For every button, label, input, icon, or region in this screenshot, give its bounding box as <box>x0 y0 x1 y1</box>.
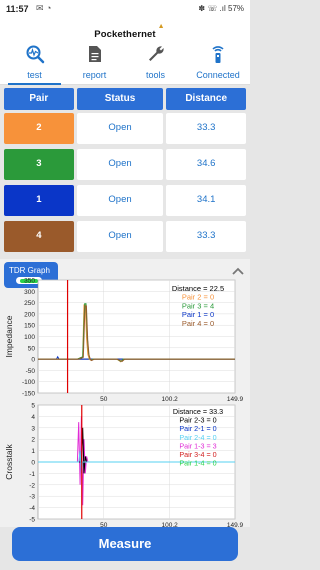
y-tick-label: 250 <box>24 300 35 307</box>
y-tick-label: 300 <box>24 289 35 296</box>
distance-cell: 34.6 <box>166 149 246 180</box>
app-logo: Pockethernet ▲ <box>94 23 164 40</box>
y-tick-label: 50 <box>28 345 36 352</box>
y-tick-label: 4 <box>31 414 35 421</box>
x-tick-label: 149.9 <box>227 396 244 403</box>
y-tick-label: -50 <box>26 368 36 375</box>
status-right-icons: ✽ ☏ .ıl 57% <box>198 4 244 13</box>
app-screen: 11:57 ✉ ◔ ✽ ☏ .ıl 57% Pockethernet ▲ test… <box>0 0 250 570</box>
table-row: 4 Open 33.3 <box>4 219 246 254</box>
y-tick-label: 0 <box>31 460 35 467</box>
header-distance: Distance <box>166 88 246 110</box>
tdr-charts: 350300250200150100500-50-100-15050 100.2 1… <box>4 278 244 528</box>
pair-cell: 3 <box>4 149 74 180</box>
tab-test[interactable]: test <box>6 40 63 85</box>
pair-cell: 1 <box>4 185 74 216</box>
y-tick-label: 100 <box>24 334 35 341</box>
legend-entry: Pair 4 = 0 <box>182 319 214 328</box>
y-tick-label: -5 <box>29 517 35 524</box>
legend-entry: Distance = 22.5 <box>172 284 224 293</box>
table-row: 2 Open 33.3 <box>4 111 246 146</box>
status-cell: Open <box>76 149 164 180</box>
table-row: 3 Open 34.6 <box>4 147 246 182</box>
y-tick-label: 350 <box>24 278 35 285</box>
y-tick-label: 1 <box>31 448 35 455</box>
remote-connected-icon <box>212 46 224 63</box>
tab-connected-label: Connected <box>196 70 240 80</box>
y-tick-label: -2 <box>29 482 35 489</box>
pair-cell: 2 <box>4 113 74 144</box>
y-tick-label: 150 <box>24 323 35 330</box>
distance-cell: 33.3 <box>166 221 246 252</box>
wrench-icon <box>148 46 164 61</box>
document-icon <box>88 46 101 62</box>
status-cell: Open <box>76 113 164 144</box>
y-tick-label: 3 <box>31 425 35 432</box>
status-cell: Open <box>76 185 164 216</box>
status-time: 11:57 <box>6 4 29 14</box>
y-axis-label: Crosstalk <box>4 444 14 480</box>
system-nav-bar <box>0 563 250 570</box>
header-status: Status <box>76 88 164 110</box>
x-tick-label: 100.2 <box>162 396 179 403</box>
y-tick-label: -4 <box>29 505 35 512</box>
y-tick-label: -100 <box>22 379 35 386</box>
pair-cell: 4 <box>4 221 74 252</box>
distance-cell: 34.1 <box>166 185 246 216</box>
tab-tools[interactable]: tools <box>127 40 184 85</box>
legend-entry: Pair 1-4 = 0 <box>179 459 216 468</box>
status-bar: 11:57 ✉ ◔ ✽ ☏ .ıl 57% <box>0 0 250 18</box>
app-header: Pockethernet ▲ <box>0 18 250 40</box>
tdr-graph-panel: TDR Graph 350 300 250 200 150 100 50 0 -50 -100 -1… <box>0 259 250 527</box>
y-tick-label: -3 <box>29 494 35 501</box>
y-tick-label: 0 <box>31 357 35 364</box>
table-row: 1 Open 34.1 <box>4 183 246 218</box>
y-tick-label: 2 <box>31 437 35 444</box>
y-tick-label: 5 <box>31 403 35 410</box>
notification-icons: ✉ ◔ <box>36 3 52 13</box>
legend-entry: Pair 3 = 4 <box>182 301 214 310</box>
tab-connected[interactable]: Connected <box>189 40 247 85</box>
app-logo-text: Pockethernet <box>94 29 156 40</box>
tab-report-label: report <box>82 70 107 80</box>
table-header-row: Pair Status Distance <box>4 88 246 110</box>
y-tick-label: -1 <box>29 471 35 478</box>
legend-entry: Pair 1 = 0 <box>182 310 214 319</box>
y-tick-label: 200 <box>24 311 35 318</box>
status-cell: Open <box>76 221 164 252</box>
y-axis-label: Impedance <box>4 315 14 357</box>
logo-hat-icon: ▲ <box>157 23 165 30</box>
y-tick-label: -150 <box>22 391 35 398</box>
tab-bar: test report tools Connected <box>0 40 250 85</box>
search-waveform-icon <box>26 45 44 64</box>
distance-cell: 33.3 <box>166 113 246 144</box>
measure-button[interactable]: Measure <box>12 527 238 561</box>
tab-test-label: test <box>27 70 42 80</box>
tab-report[interactable]: report <box>66 40 123 85</box>
tab-tools-label: tools <box>145 70 165 80</box>
pair-status-table: Pair Status Distance 2 Open 33.3 3 Open … <box>4 88 246 254</box>
header-pair: Pair <box>4 88 74 110</box>
x-tick-label: 50 <box>100 396 108 403</box>
legend-entry: Pair 2 = 0 <box>182 293 214 302</box>
